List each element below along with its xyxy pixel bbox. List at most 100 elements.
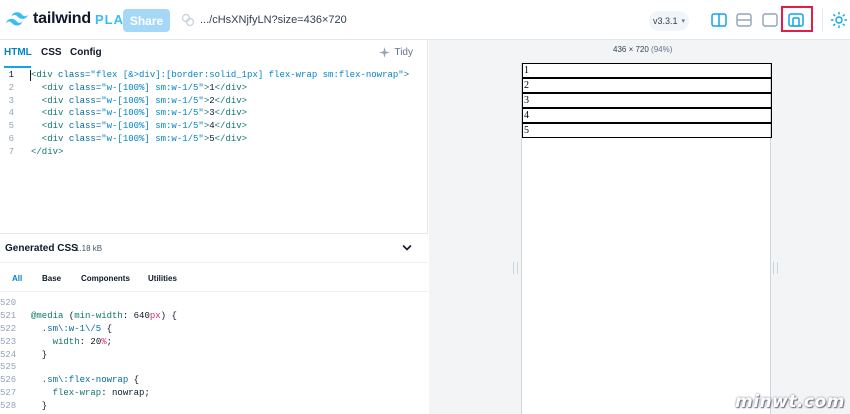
line-number: 3 xyxy=(8,95,14,106)
line-number: 2 xyxy=(8,82,14,93)
code-text: <div class="w-[100%] sm:w-1/5">3</div> xyxy=(31,107,247,120)
code-token: min-width xyxy=(74,310,123,321)
split-horizontal-icon xyxy=(736,13,752,27)
tab-html[interactable]: HTML xyxy=(4,47,32,58)
line-number: 520 xyxy=(0,298,17,308)
code-text: </div> xyxy=(31,146,63,159)
preview-frame: 12345 xyxy=(521,63,772,414)
tab-css[interactable]: CSS xyxy=(41,47,62,58)
code-token: <div xyxy=(31,108,69,119)
code-text: <div class="w-[100%] sm:w-1/5">2</div> xyxy=(31,95,247,108)
layout-vertical-split-button[interactable] xyxy=(710,11,728,29)
code-token: } xyxy=(31,401,48,412)
code-token: "w-[100%] sm:w-1/5" xyxy=(101,95,204,106)
chevron-down-icon[interactable] xyxy=(402,243,412,253)
code-line[interactable]: 3 <div class="w-[100%] sm:w-1/5">2</div> xyxy=(0,95,428,108)
tab-all[interactable]: All xyxy=(12,274,22,283)
layout-preview-only-button[interactable] xyxy=(761,11,779,29)
code-text: width: 20%; xyxy=(31,336,112,349)
code-token: { xyxy=(133,375,140,386)
code-text: flex-wrap: nowrap; xyxy=(31,387,150,400)
resize-handle-right[interactable] xyxy=(773,262,778,274)
code-token: > xyxy=(403,70,410,80)
code-token: @media xyxy=(31,310,69,321)
code-token: flex-wrap xyxy=(31,388,102,399)
code-token: : xyxy=(101,388,113,399)
line-number: 6 xyxy=(8,133,14,144)
code-token: </div> xyxy=(214,133,248,144)
preview-item: 5 xyxy=(522,123,772,138)
code-token: } xyxy=(31,349,48,360)
share-button[interactable]: Share xyxy=(123,9,170,32)
code-line: 525 xyxy=(0,361,428,374)
code-line: 528 } xyxy=(0,400,428,413)
code-token: "w-[100%] sm:w-1/5" xyxy=(101,121,204,132)
code-token: <div xyxy=(31,95,69,106)
code-line[interactable]: 6 <div class="w-[100%] sm:w-1/5">5</div> xyxy=(0,133,428,146)
tailwind-play-logo[interactable]: tailwind PLAY xyxy=(6,10,132,28)
code-text: <div class="w-[100%] sm:w-1/5">4</div> xyxy=(31,120,247,133)
code-token: </div> xyxy=(214,95,248,106)
code-token: nowrap xyxy=(112,388,145,399)
code-token: "w-[100%] sm:w-1/5" xyxy=(101,108,204,119)
html-code-editor[interactable]: 1 <div class="flex [&>div]:[border:solid_… xyxy=(0,69,428,159)
code-line[interactable]: 2 <div class="w-[100%] sm:w-1/5">1</div> xyxy=(0,82,428,95)
code-token: ) { xyxy=(160,310,177,321)
resize-handle-left[interactable] xyxy=(513,262,518,274)
generated-css-size: 1.18 kB xyxy=(75,244,103,253)
layout-horizontal-split-button[interactable] xyxy=(735,11,753,29)
code-line: 526 .sm\:flex-nowrap { xyxy=(0,374,428,387)
tailwind-logo-icon xyxy=(6,12,28,26)
line-number: 522 xyxy=(0,323,17,334)
active-tab-indicator xyxy=(4,66,31,68)
preview-item: 2 xyxy=(522,78,772,93)
code-token: "flex [&>div]:[border:solid_1px] flex-wr… xyxy=(90,70,404,80)
tab-utilities[interactable]: Utilities xyxy=(148,274,177,283)
code-line[interactable]: 7 </div> xyxy=(0,146,428,159)
preview-item: 3 xyxy=(522,93,772,108)
theme-toggle-sun-icon[interactable] xyxy=(830,11,848,29)
preview-item: 4 xyxy=(522,108,772,123)
line-number: 523 xyxy=(0,336,17,347)
preview-item: 1 xyxy=(522,63,772,78)
tab-components[interactable]: Components xyxy=(81,274,130,283)
tab-config[interactable]: Config xyxy=(70,47,102,58)
split-vertical-icon xyxy=(711,13,727,27)
chevron-down-icon: ▾ xyxy=(681,18,686,25)
tidy-button[interactable]: Tidy xyxy=(379,47,413,58)
line-number: 521 xyxy=(0,310,17,321)
sparkle-icon xyxy=(379,47,391,58)
watermark: minwt.com xyxy=(735,392,845,412)
code-token: <div xyxy=(31,82,69,93)
code-token: .sm\:flex-nowrap xyxy=(31,375,134,386)
version-label: v3.3.1 xyxy=(652,16,678,26)
top-bar: tailwind PLAY Share .../cHsXNjfyLN?size=… xyxy=(0,0,850,40)
code-text: <div class="w-[100%] sm:w-1/5">1</div> xyxy=(31,82,247,95)
code-token: 640 xyxy=(133,310,150,321)
logo-text: tailwind xyxy=(33,10,91,27)
code-line[interactable]: 1 <div class="flex [&>div]:[border:solid_… xyxy=(0,69,428,82)
code-line[interactable]: 5 <div class="w-[100%] sm:w-1/5">4</div> xyxy=(0,120,428,133)
code-line: 520 xyxy=(0,297,428,310)
line-number: 527 xyxy=(0,388,17,399)
line-number: 525 xyxy=(0,362,17,373)
code-token: class= xyxy=(68,133,102,144)
preview-zoom: (94%) xyxy=(651,45,673,54)
generated-css-tabs: All Base Components Utilities xyxy=(0,262,428,292)
line-number: 524 xyxy=(0,349,17,360)
generated-css-title: Generated CSS xyxy=(5,243,78,254)
link-icon[interactable] xyxy=(180,12,196,28)
generated-css-panel: Generated CSS 1.18 kB All Base Component… xyxy=(0,233,428,414)
share-url-text[interactable]: .../cHsXNjfyLN?size=436×720 xyxy=(200,14,347,26)
code-token: class= xyxy=(68,82,102,93)
version-select[interactable]: v3.3.1 ▾ xyxy=(649,11,689,31)
code-text: .sm\:w-1\/5 { xyxy=(31,323,112,336)
code-token: </div> xyxy=(214,82,248,93)
code-line: 527 flex-wrap: nowrap; xyxy=(0,387,428,400)
tab-base[interactable]: Base xyxy=(42,274,61,283)
code-text: } xyxy=(31,400,47,413)
window-icon xyxy=(762,13,778,27)
header-divider xyxy=(822,8,823,32)
code-line[interactable]: 4 <div class="w-[100%] sm:w-1/5">3</div> xyxy=(0,107,428,120)
editor-pane: HTML CSS Config Tidy 1 <div class="flex [… xyxy=(0,40,428,414)
